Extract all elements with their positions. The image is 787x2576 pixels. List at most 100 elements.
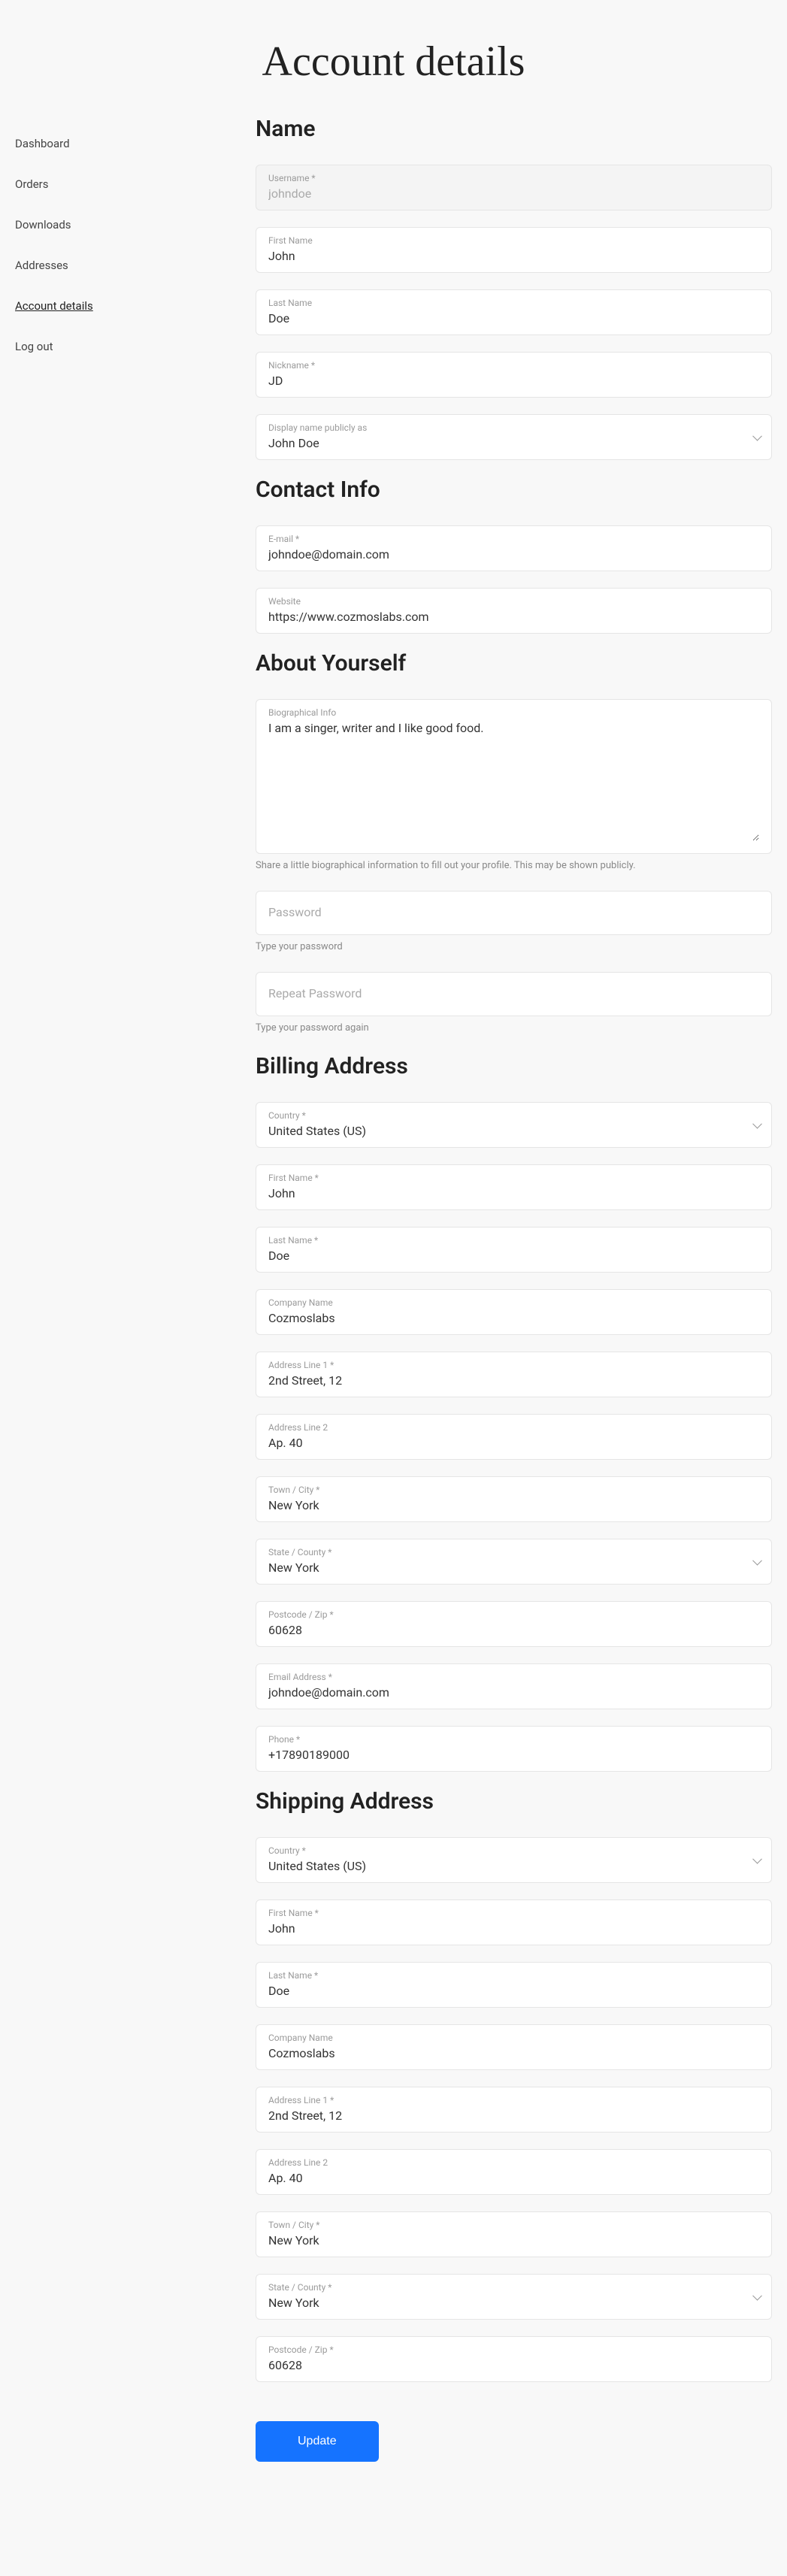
billing-last-name-field[interactable]: Last Name *: [256, 1227, 772, 1273]
shipping-state-select[interactable]: [268, 2296, 759, 2310]
billing-addr1-input[interactable]: [268, 1373, 759, 1388]
shipping-company-label: Company Name: [268, 2033, 759, 2043]
first-name-field[interactable]: First Name: [256, 227, 772, 273]
sidebar: Dashboard Orders Downloads Addresses Acc…: [15, 116, 241, 2462]
shipping-city-input[interactable]: [268, 2233, 759, 2248]
username-label: Username *: [268, 173, 759, 183]
section-title-about: About Yourself: [256, 650, 772, 677]
shipping-first-name-input[interactable]: [268, 1921, 759, 1936]
layout: Dashboard Orders Downloads Addresses Acc…: [0, 116, 787, 2507]
display-name-select[interactable]: [268, 436, 759, 450]
shipping-last-name-input[interactable]: [268, 1984, 759, 1998]
shipping-addr2-field[interactable]: Address Line 2: [256, 2149, 772, 2195]
billing-state-select[interactable]: [268, 1560, 759, 1575]
billing-addr2-input[interactable]: [268, 1436, 759, 1450]
first-name-label: First Name: [268, 235, 759, 246]
shipping-state-label: State / County *: [268, 2282, 759, 2293]
repeat-password-helper: Type your password again: [256, 1022, 772, 1034]
section-title-shipping: Shipping Address: [256, 1788, 772, 1815]
sidebar-item-dashboard[interactable]: Dashboard: [15, 123, 241, 164]
billing-company-field[interactable]: Company Name: [256, 1289, 772, 1335]
email-field[interactable]: E-mail *: [256, 525, 772, 571]
password-input[interactable]: [268, 899, 759, 925]
shipping-city-label: Town / City *: [268, 2220, 759, 2230]
billing-country-field[interactable]: Country *: [256, 1102, 772, 1148]
sidebar-item-downloads[interactable]: Downloads: [15, 204, 241, 245]
shipping-company-field[interactable]: Company Name: [256, 2024, 772, 2070]
username-field: Username *: [256, 165, 772, 210]
nickname-label: Nickname *: [268, 360, 759, 371]
shipping-addr1-input[interactable]: [268, 2108, 759, 2123]
billing-zip-label: Postcode / Zip *: [268, 1609, 759, 1620]
shipping-addr2-input[interactable]: [268, 2171, 759, 2185]
billing-zip-input[interactable]: [268, 1623, 759, 1637]
shipping-country-label: Country *: [268, 1845, 759, 1856]
billing-company-input[interactable]: [268, 1311, 759, 1325]
shipping-zip-label: Postcode / Zip *: [268, 2344, 759, 2355]
first-name-input[interactable]: [268, 249, 759, 263]
nickname-field[interactable]: Nickname *: [256, 352, 772, 398]
sidebar-item-logout[interactable]: Log out: [15, 326, 241, 367]
sidebar-item-addresses[interactable]: Addresses: [15, 245, 241, 286]
shipping-addr1-label: Address Line 1 *: [268, 2095, 759, 2105]
billing-addr2-field[interactable]: Address Line 2: [256, 1414, 772, 1460]
email-input[interactable]: [268, 547, 759, 562]
bio-helper: Share a little biographical information …: [256, 860, 772, 871]
shipping-first-name-field[interactable]: First Name *: [256, 1899, 772, 1945]
billing-email-input[interactable]: [268, 1685, 759, 1700]
update-button[interactable]: Update: [256, 2421, 379, 2462]
password-field[interactable]: [256, 891, 772, 935]
nickname-input[interactable]: [268, 374, 759, 388]
billing-addr1-field[interactable]: Address Line 1 *: [256, 1352, 772, 1397]
display-name-field[interactable]: Display name publicly as: [256, 414, 772, 460]
shipping-addr1-field[interactable]: Address Line 1 *: [256, 2087, 772, 2133]
bio-field[interactable]: Biographical Info: [256, 699, 772, 854]
shipping-addr2-label: Address Line 2: [268, 2157, 759, 2168]
display-name-label: Display name publicly as: [268, 422, 759, 433]
shipping-zip-field[interactable]: Postcode / Zip *: [256, 2336, 772, 2382]
website-input[interactable]: [268, 610, 759, 624]
section-title-contact: Contact Info: [256, 477, 772, 503]
billing-country-select[interactable]: [268, 1124, 759, 1138]
shipping-country-field[interactable]: Country *: [256, 1837, 772, 1883]
billing-phone-label: Phone *: [268, 1734, 759, 1745]
website-field[interactable]: Website: [256, 588, 772, 634]
billing-last-name-label: Last Name *: [268, 1235, 759, 1246]
website-label: Website: [268, 596, 759, 607]
billing-phone-field[interactable]: Phone *: [256, 1726, 772, 1772]
billing-first-name-input[interactable]: [268, 1186, 759, 1200]
billing-state-label: State / County *: [268, 1547, 759, 1557]
shipping-company-input[interactable]: [268, 2046, 759, 2060]
shipping-last-name-field[interactable]: Last Name *: [256, 1962, 772, 2008]
repeat-password-input[interactable]: [268, 980, 759, 1006]
main-content: Name Username * First Name Last Name Nic…: [241, 116, 772, 2462]
sidebar-item-orders[interactable]: Orders: [15, 164, 241, 204]
section-title-name: Name: [256, 116, 772, 142]
sidebar-item-account-details[interactable]: Account details: [15, 286, 241, 326]
billing-first-name-field[interactable]: First Name *: [256, 1164, 772, 1210]
billing-zip-field[interactable]: Postcode / Zip *: [256, 1601, 772, 1647]
bio-label: Biographical Info: [268, 707, 759, 718]
shipping-last-name-label: Last Name *: [268, 1970, 759, 1981]
billing-first-name-label: First Name *: [268, 1173, 759, 1183]
shipping-country-select[interactable]: [268, 1859, 759, 1873]
billing-state-field[interactable]: State / County *: [256, 1539, 772, 1585]
billing-addr1-label: Address Line 1 *: [268, 1360, 759, 1370]
billing-phone-input[interactable]: [268, 1748, 759, 1762]
last-name-input[interactable]: [268, 311, 759, 325]
username-input: [268, 186, 759, 201]
shipping-zip-input[interactable]: [268, 2358, 759, 2372]
billing-city-input[interactable]: [268, 1498, 759, 1512]
billing-email-field[interactable]: Email Address *: [256, 1663, 772, 1709]
repeat-password-field[interactable]: [256, 972, 772, 1016]
last-name-field[interactable]: Last Name: [256, 289, 772, 335]
bio-input[interactable]: [268, 721, 759, 841]
billing-last-name-input[interactable]: [268, 1249, 759, 1263]
shipping-city-field[interactable]: Town / City *: [256, 2211, 772, 2257]
shipping-state-field[interactable]: State / County *: [256, 2274, 772, 2320]
page-title: Account details: [0, 0, 787, 116]
billing-company-label: Company Name: [268, 1297, 759, 1308]
shipping-first-name-label: First Name *: [268, 1908, 759, 1918]
billing-city-field[interactable]: Town / City *: [256, 1476, 772, 1522]
password-helper: Type your password: [256, 941, 772, 952]
